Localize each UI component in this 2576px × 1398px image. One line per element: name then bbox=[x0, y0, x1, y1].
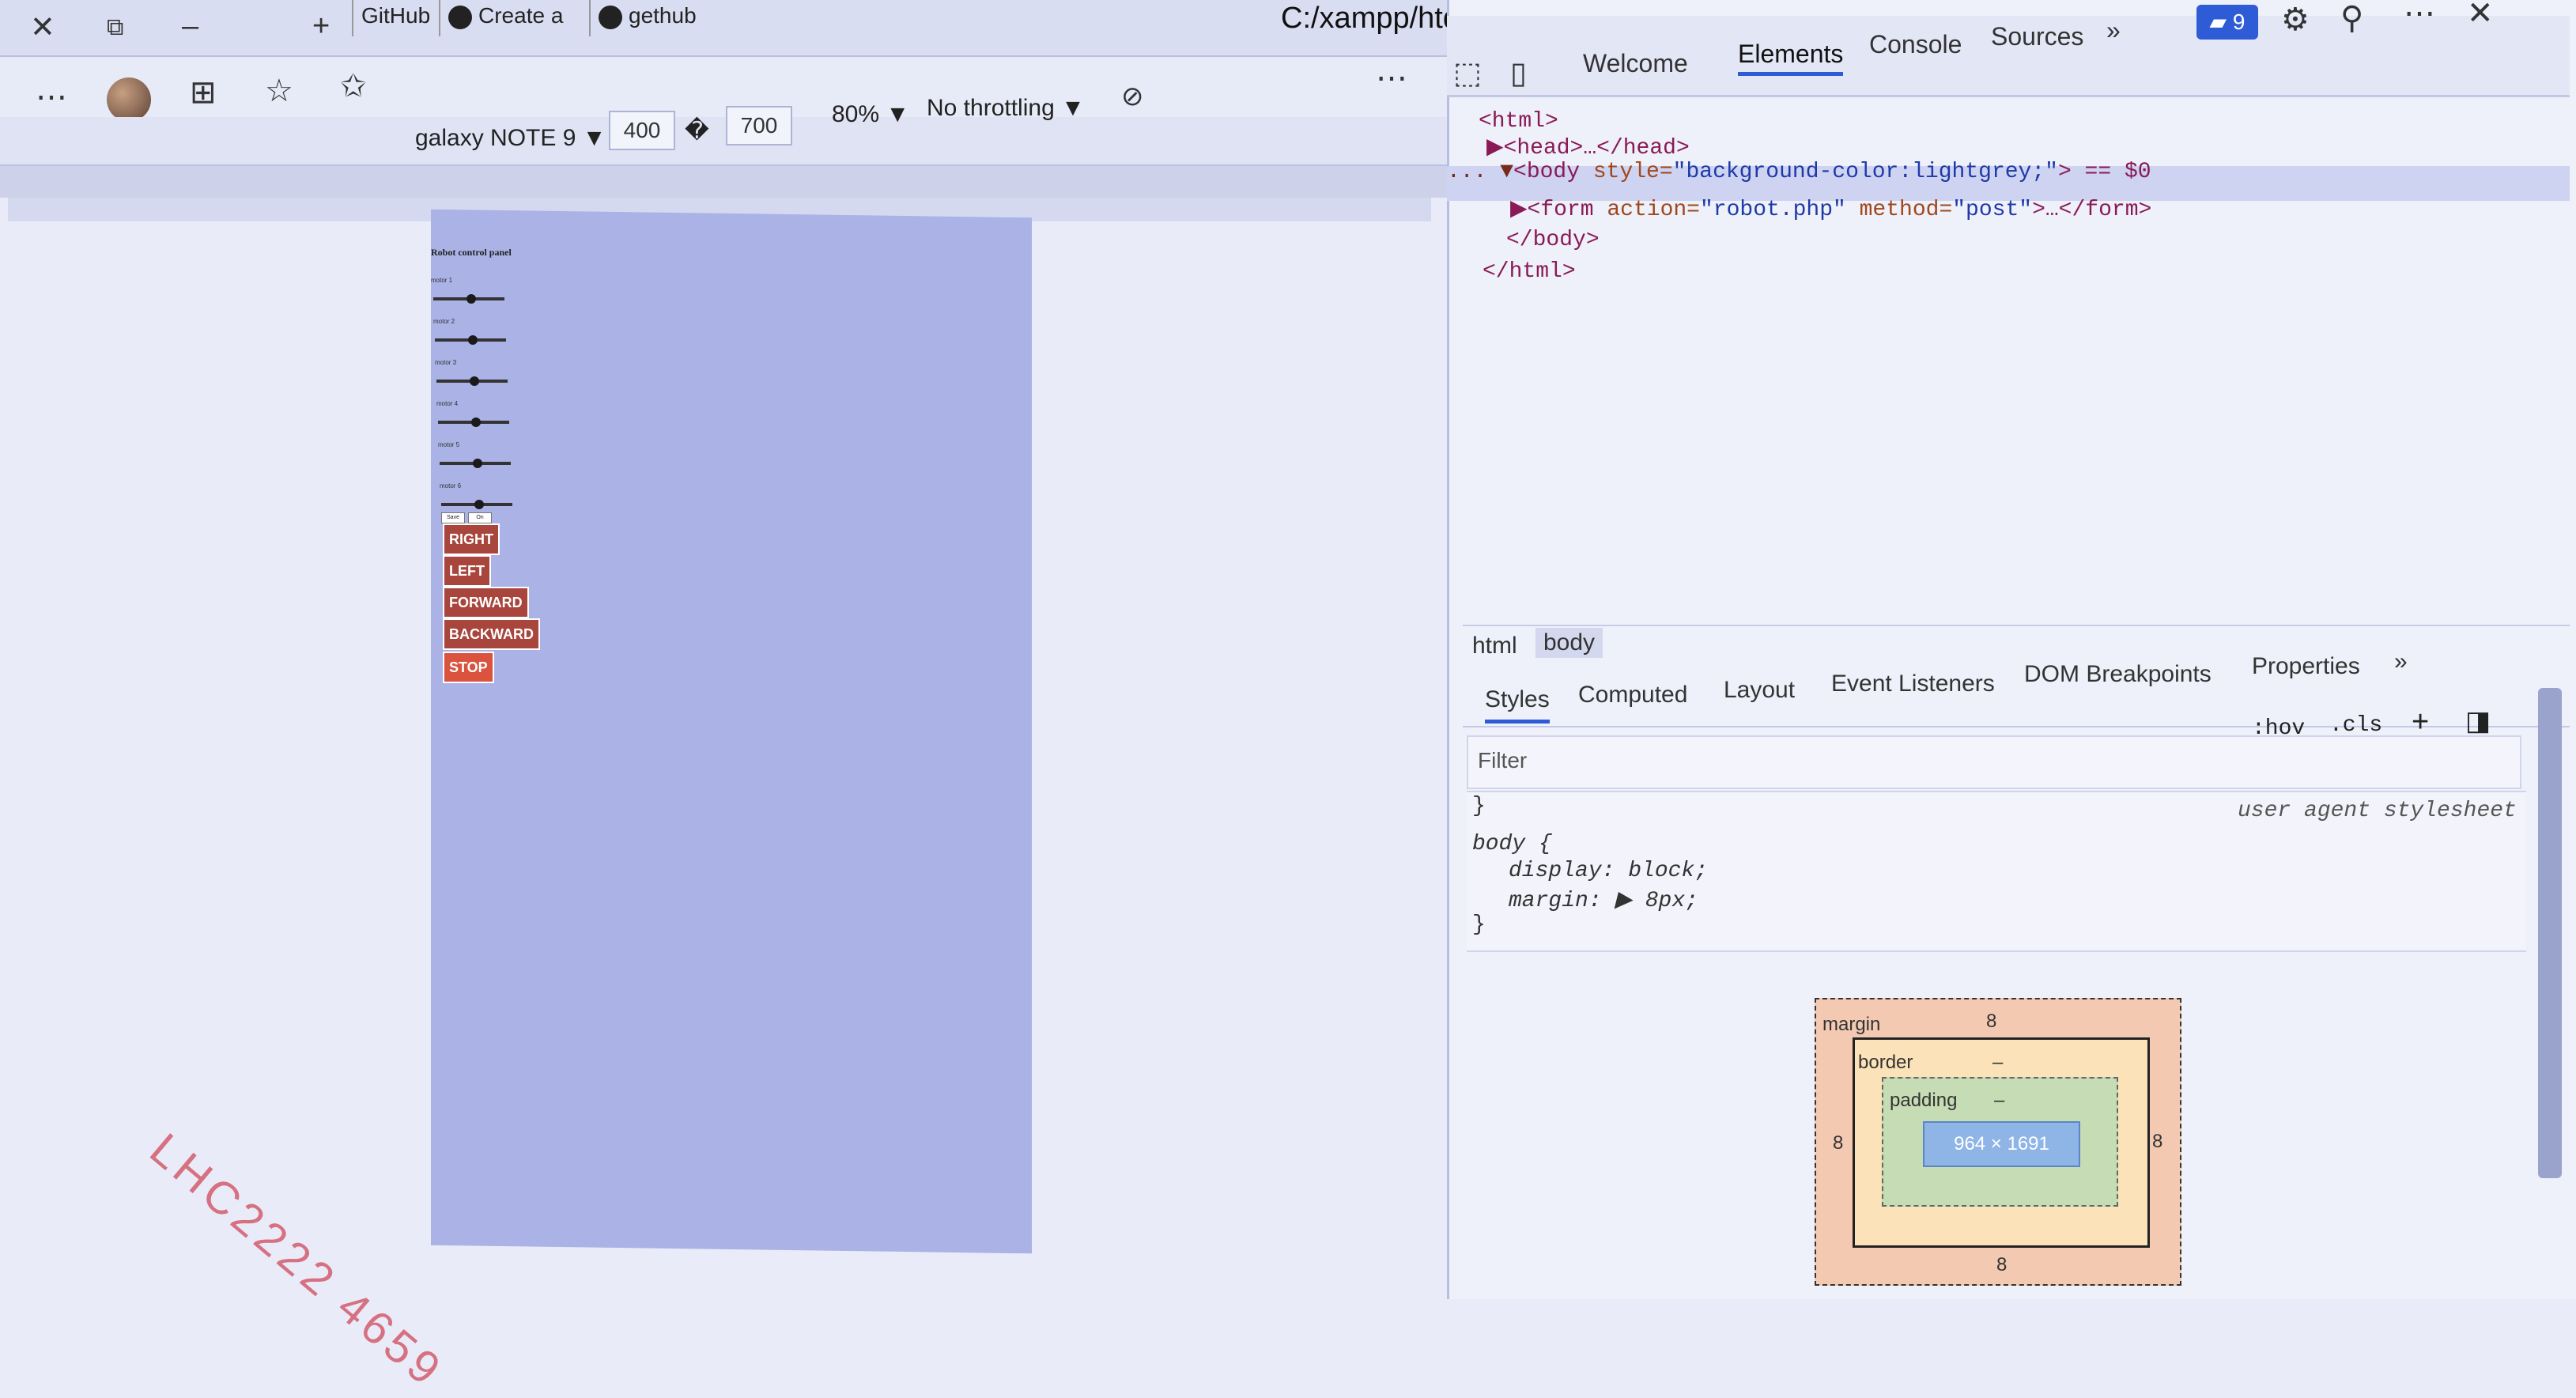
breadcrumb-html[interactable]: html bbox=[1472, 633, 1517, 659]
tab-gethub[interactable]: gethub bbox=[589, 0, 697, 36]
breadcrumb-body[interactable]: body bbox=[1535, 628, 1603, 658]
margin-label: margin bbox=[1822, 1014, 1881, 1035]
new-rule-icon[interactable]: + bbox=[2412, 705, 2429, 739]
add-favorite-icon[interactable]: ✩ bbox=[340, 68, 367, 104]
inspect-icon[interactable]: ⬚ bbox=[1453, 55, 1482, 91]
message-icon: ▰ bbox=[2209, 9, 2227, 34]
styles-filter-input[interactable]: Filter bbox=[1467, 735, 2521, 789]
new-tab-icon[interactable]: + bbox=[312, 9, 330, 43]
dom-line-form[interactable]: ▶<form action="robot.php" method="post">… bbox=[1510, 195, 2151, 222]
motor-label: motor 3 bbox=[435, 359, 457, 366]
settings-gear-icon[interactable]: ⚙ bbox=[2281, 2, 2310, 38]
styles-scrollbar[interactable] bbox=[2538, 688, 2562, 1178]
padding-value: – bbox=[1994, 1090, 2005, 1111]
hov-toggle[interactable]: :hov bbox=[2252, 716, 2305, 741]
rule-selector[interactable]: body { bbox=[1472, 832, 1552, 856]
restore-window-icon[interactable]: ⧉ bbox=[107, 14, 123, 41]
tab-layout[interactable]: Layout bbox=[1724, 677, 1795, 704]
tab-event-listeners[interactable]: Event Listeners bbox=[1831, 671, 1995, 697]
stamp-watermark: LHC2222 4659 bbox=[140, 1123, 454, 1398]
tab-computed[interactable]: Computed bbox=[1578, 682, 1687, 708]
dom-line-html[interactable]: <html> bbox=[1479, 109, 1558, 134]
margin-left-value: 8 bbox=[1833, 1132, 1844, 1154]
tab-console[interactable]: Console bbox=[1869, 30, 1962, 59]
device-more-icon[interactable]: ⋯ bbox=[1376, 60, 1407, 96]
feedback-icon[interactable]: ⚲ bbox=[2340, 0, 2363, 36]
slider-knob[interactable] bbox=[473, 459, 482, 468]
box-model-content[interactable]: 964 × 1691 bbox=[1923, 1121, 2080, 1167]
motor-label: motor 5 bbox=[438, 441, 460, 448]
close-window-icon[interactable]: ✕ bbox=[30, 9, 55, 45]
tab-github[interactable]: GitHub bbox=[352, 0, 430, 36]
margin-top-value: 8 bbox=[1986, 1011, 1997, 1032]
slider-knob[interactable] bbox=[468, 335, 478, 345]
save-button[interactable]: Save bbox=[441, 512, 465, 523]
rule-origin[interactable]: user agent stylesheet bbox=[2238, 799, 2517, 823]
device-select[interactable]: galaxy NOTE 9 ▼ bbox=[415, 125, 606, 152]
customize-menu-icon[interactable]: ⋯ bbox=[2404, 0, 2435, 32]
motor-label: motor 4 bbox=[436, 400, 459, 407]
dom-line-html-close[interactable]: </html> bbox=[1483, 259, 1576, 284]
dom-line-head[interactable]: ▶<head>…</head> bbox=[1486, 133, 1690, 161]
browser-tab-bar bbox=[0, 0, 1447, 57]
tab-properties[interactable]: Properties bbox=[2252, 653, 2360, 680]
border-value: – bbox=[1992, 1052, 2004, 1073]
media-query-ruler bbox=[0, 166, 1447, 198]
favorites-icon[interactable]: ☆ bbox=[265, 73, 293, 109]
slider-knob[interactable] bbox=[470, 376, 479, 386]
padding-label: padding bbox=[1890, 1090, 1958, 1111]
filter-placeholder: Filter bbox=[1478, 748, 1528, 773]
border-label: border bbox=[1858, 1052, 1913, 1073]
dimension-separator: � bbox=[685, 118, 709, 144]
tab-sources[interactable]: Sources bbox=[1991, 22, 2083, 51]
toggle-sidebar-icon[interactable]: ◨ bbox=[2465, 705, 2491, 737]
tab-elements[interactable]: Elements bbox=[1738, 40, 1844, 76]
zoom-select[interactable]: 80% ▼ bbox=[832, 101, 909, 128]
issues-badge[interactable]: ▰ 9 bbox=[2196, 5, 2258, 40]
right-button[interactable]: RIGHT bbox=[443, 523, 500, 555]
cls-toggle[interactable]: .cls bbox=[2329, 713, 2382, 738]
tab-dom-breakpoints[interactable]: DOM Breakpoints bbox=[2024, 661, 2212, 688]
github-icon bbox=[599, 5, 622, 29]
device-toggle-icon[interactable]: ▯ bbox=[1510, 55, 1527, 91]
page-title: Robot control panel bbox=[431, 247, 512, 258]
slider-knob[interactable] bbox=[471, 418, 481, 427]
left-button[interactable]: LEFT bbox=[443, 555, 491, 587]
margin-right-value: 8 bbox=[2152, 1131, 2163, 1152]
rotate-icon[interactable]: ⊘ bbox=[1121, 81, 1144, 112]
margin-bottom-value: 8 bbox=[1996, 1254, 2008, 1275]
width-field[interactable]: 400 bbox=[609, 111, 675, 150]
rule-end: } bbox=[1472, 912, 1486, 937]
motor-label: motor 1 bbox=[431, 277, 453, 284]
on-button[interactable]: On bbox=[468, 512, 492, 523]
collections-icon[interactable]: ⊞ bbox=[190, 74, 217, 111]
more-panels-icon[interactable]: » bbox=[2394, 648, 2408, 675]
device-toolbar bbox=[0, 117, 1447, 166]
dom-line-body[interactable]: ... ▼<body style="background-color:light… bbox=[1447, 160, 2151, 184]
more-tabs-icon[interactable]: » bbox=[2106, 16, 2121, 45]
motor-label: motor 2 bbox=[433, 318, 455, 325]
rule-declaration[interactable]: display: block; bbox=[1509, 859, 1708, 883]
motor-label: motor 6 bbox=[440, 482, 462, 489]
stop-button[interactable]: STOP bbox=[443, 652, 494, 683]
avatar[interactable] bbox=[107, 77, 151, 122]
forward-button[interactable]: FORWARD bbox=[443, 587, 529, 618]
tab-styles[interactable]: Styles bbox=[1485, 686, 1550, 724]
minimize-window-icon[interactable]: – bbox=[182, 9, 198, 43]
tab-create[interactable]: Create a bbox=[439, 0, 563, 36]
github-icon bbox=[448, 5, 472, 29]
height-field[interactable]: 700 bbox=[726, 106, 792, 145]
tab-welcome[interactable]: Welcome bbox=[1583, 49, 1688, 78]
slider-knob[interactable] bbox=[474, 500, 484, 509]
device-viewport bbox=[431, 209, 1032, 1254]
throttling-select[interactable]: No throttling ▼ bbox=[927, 95, 1085, 122]
close-devtools-icon[interactable]: ✕ bbox=[2467, 0, 2494, 32]
slider-knob[interactable] bbox=[466, 294, 476, 304]
rule-close-brace: } bbox=[1472, 794, 1486, 818]
dom-line-body-close[interactable]: </body> bbox=[1506, 228, 1600, 252]
rule-declaration[interactable]: margin: ▶ 8px; bbox=[1509, 886, 1698, 913]
more-icon[interactable]: ⋯ bbox=[36, 79, 67, 115]
backward-button[interactable]: BACKWARD bbox=[443, 618, 540, 650]
